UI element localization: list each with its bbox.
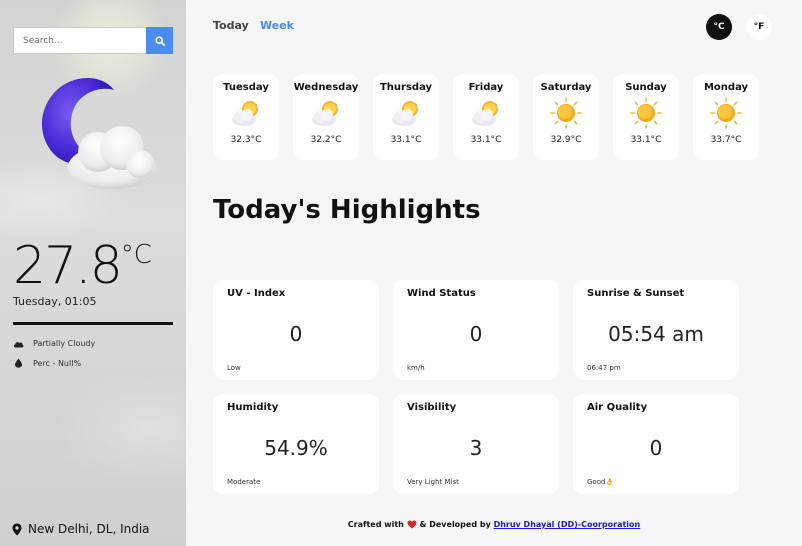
card-subtext: 06:47 pm xyxy=(587,364,621,372)
card-value: 3 xyxy=(469,436,483,460)
forecast-temp: 32.2°C xyxy=(310,135,342,145)
heart-icon xyxy=(407,520,417,529)
forecast-day: Tuesday xyxy=(223,82,269,93)
footer-crafted-text: Crafted with xyxy=(347,520,404,529)
card-value: 54.9% xyxy=(264,436,328,460)
search-button[interactable] xyxy=(146,27,173,54)
location: New Delhi, DL, India xyxy=(12,522,150,536)
forecast-day: Thursday xyxy=(379,82,433,93)
location-pin-icon xyxy=(12,523,22,535)
uv-index-card: UV - Index 0 Low xyxy=(213,280,379,380)
current-datetime: Tuesday, 01:05 xyxy=(13,295,97,308)
forecast-card-monday: Monday 33.7°C xyxy=(693,74,759,160)
forecast-temp: 32.3°C xyxy=(230,135,262,145)
temperature-value: 27.8 xyxy=(13,236,123,296)
card-title: Visibility xyxy=(407,402,457,413)
sunrise-sunset-card: Sunrise & Sunset 05:54 am 06:47 pm xyxy=(573,280,739,380)
precipitation-text: Perc - Null% xyxy=(33,358,82,368)
card-subtext: Very Light Mist xyxy=(407,478,459,486)
raindrop-icon xyxy=(15,358,22,368)
forecast-temp: 33.1°C xyxy=(470,135,502,145)
humidity-card: Humidity 54.9% Moderate xyxy=(213,394,379,494)
tab-week[interactable]: Week xyxy=(260,19,294,32)
divider xyxy=(13,322,173,325)
sun-icon xyxy=(630,97,662,129)
precipitation-row: Perc - Null% xyxy=(13,358,81,368)
condition-text: Partially Cloudy xyxy=(33,339,96,348)
main-panel: Today Week °C °F Tuesday 32.3°C Wednesda… xyxy=(186,0,802,546)
card-title: Sunrise & Sunset xyxy=(587,288,685,299)
footer: Crafted with & Developed by Dhruv Dhayal… xyxy=(186,520,802,529)
forecast-day: Saturday xyxy=(540,82,592,93)
highlights-grid: UV - Index 0 Low Wind Status 0 km/h Sunr… xyxy=(213,280,739,494)
card-subtext: Good👌 xyxy=(587,478,615,486)
forecast-list: Tuesday 32.3°C Wednesday 32.2°C Thursday… xyxy=(213,74,759,160)
forecast-card-tuesday: Tuesday 32.3°C xyxy=(213,74,279,160)
partly-sunny-icon xyxy=(392,101,418,126)
partly-sunny-icon xyxy=(312,101,338,126)
card-value: 0 xyxy=(469,322,483,346)
fahrenheit-button[interactable]: °F xyxy=(746,14,772,40)
card-value: 0 xyxy=(649,436,663,460)
current-temperature: 27.8°C xyxy=(13,238,152,294)
partly-sunny-icon xyxy=(472,101,498,126)
celsius-button[interactable]: °C xyxy=(706,14,732,40)
forecast-temp: 33.1°C xyxy=(630,135,662,145)
forecast-day: Sunday xyxy=(625,82,667,93)
forecast-card-thursday: Thursday 33.1°C xyxy=(373,74,439,160)
forecast-card-wednesday: Wednesday 32.2°C xyxy=(293,74,359,160)
forecast-temp: 33.7°C xyxy=(710,135,742,145)
card-subtext: Low xyxy=(227,364,241,372)
card-subtext: km/h xyxy=(407,364,425,372)
visibility-card: Visibility 3 Very Light Mist xyxy=(393,394,559,494)
forecast-card-sunday: Sunday 33.1°C xyxy=(613,74,679,160)
card-value: 05:54 am xyxy=(608,322,704,346)
forecast-temp: 33.1°C xyxy=(390,135,422,145)
card-title: Wind Status xyxy=(407,288,476,299)
forecast-day: Wednesday xyxy=(293,82,359,93)
condition-row: Partially Cloudy xyxy=(13,339,95,348)
card-title: Air Quality xyxy=(587,402,648,413)
forecast-card-saturday: Saturday 32.9°C xyxy=(533,74,599,160)
author-link[interactable]: Dhruv Dhayal (DD)-Coorporation xyxy=(494,520,641,529)
location-text: New Delhi, DL, India xyxy=(28,522,150,536)
partly-sunny-icon xyxy=(232,101,258,126)
moon-cloud-icon xyxy=(41,78,156,189)
footer-developed-text: & Developed by xyxy=(419,520,491,529)
forecast-card-friday: Friday 33.1°C xyxy=(453,74,519,160)
highlights-title: Today's Highlights xyxy=(213,195,481,225)
search-bar xyxy=(13,27,173,54)
tab-today[interactable]: Today xyxy=(213,19,249,32)
temperature-unit: °C xyxy=(120,240,152,270)
air-quality-card: Air Quality 0 Good👌 xyxy=(573,394,739,494)
card-title: UV - Index xyxy=(227,288,286,299)
forecast-day: Friday xyxy=(468,82,504,93)
cloud-icon xyxy=(13,341,24,347)
card-value: 0 xyxy=(289,322,303,346)
card-title: Humidity xyxy=(227,402,279,413)
sun-icon xyxy=(710,97,742,129)
wind-status-card: Wind Status 0 km/h xyxy=(393,280,559,380)
forecast-temp: 32.9°C xyxy=(550,135,582,145)
forecast-day: Monday xyxy=(703,82,749,93)
sidebar: 27.8°C Tuesday, 01:05 Partially Cloudy P… xyxy=(0,0,186,546)
card-subtext: Moderate xyxy=(227,478,261,486)
search-input[interactable] xyxy=(13,27,146,54)
sun-icon xyxy=(550,97,582,129)
search-icon xyxy=(154,35,165,46)
